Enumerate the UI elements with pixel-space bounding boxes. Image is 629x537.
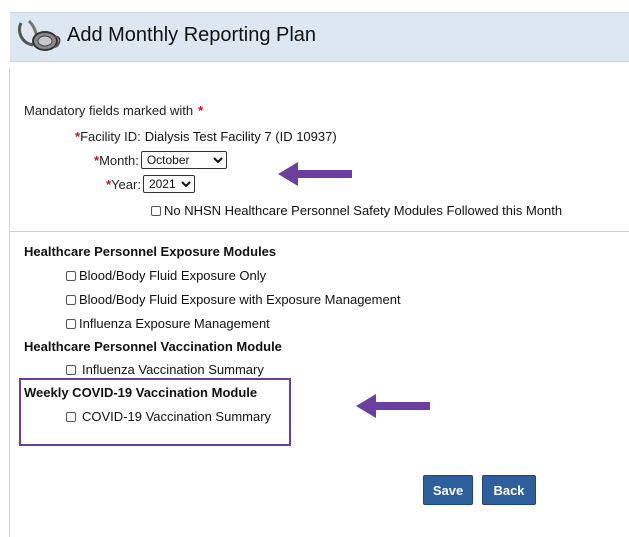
arrow-left-icon [356, 394, 430, 418]
vaccination-checkbox[interactable] [66, 364, 76, 375]
save-button[interactable]: Save [423, 475, 473, 505]
covid-item-label: COVID-19 Vaccination Summary [82, 409, 272, 424]
month-select[interactable]: October [140, 151, 227, 169]
no-nhsn-row: No NHSN Healthcare Personnel Safety Modu… [151, 203, 562, 218]
required-asterisk: * [198, 103, 204, 118]
vaccination-heading: Healthcare Personnel Vaccination Module [24, 339, 282, 354]
arrow-left-icon [278, 162, 352, 186]
facility-label: Facility ID: [80, 129, 141, 144]
exposure-item-label: Influenza Exposure Management [79, 316, 270, 331]
mandatory-note: Mandatory fields marked with [24, 103, 194, 118]
month-label: Month: [99, 152, 139, 168]
page-title: Add Monthly Reporting Plan [67, 24, 317, 46]
exposure-item: Blood/Body Fluid Exposure with Exposure … [66, 292, 401, 307]
exposure-item: Blood/Body Fluid Exposure Only [66, 268, 266, 283]
covid-heading: Weekly COVID-19 Vaccination Module [24, 385, 258, 400]
stethoscope-icon [18, 19, 61, 51]
back-button[interactable]: Back [482, 475, 536, 505]
vaccination-item-label: Influenza Vaccination Summary [82, 362, 264, 377]
divider [10, 231, 629, 232]
covid-item: COVID-19 Vaccination Summary [66, 409, 271, 424]
year-label: Year: [111, 176, 141, 192]
no-nhsn-label: No NHSN Healthcare Personnel Safety Modu… [164, 203, 563, 218]
exposure-item-label: Blood/Body Fluid Exposure Only [79, 268, 267, 283]
vaccination-item: Influenza Vaccination Summary [66, 362, 264, 377]
covid-checkbox[interactable] [66, 411, 76, 422]
year-select[interactable]: 2021 [142, 175, 195, 193]
no-nhsn-checkbox[interactable] [151, 205, 161, 216]
year-row: * Year: 2021 [106, 175, 195, 193]
exposure-checkbox[interactable] [66, 270, 76, 281]
exposure-item-label: Blood/Body Fluid Exposure with Exposure … [79, 292, 401, 307]
facility-value: Dialysis Test Facility 7 (ID 10937) [144, 129, 337, 144]
exposure-checkbox[interactable] [66, 294, 76, 305]
month-row: * Month: October [94, 151, 227, 169]
mandatory-note-row: Mandatory fields marked with * [24, 103, 203, 118]
exposure-checkbox[interactable] [66, 318, 76, 329]
exposure-item: Influenza Exposure Management [66, 316, 270, 331]
exposure-heading: Healthcare Personnel Exposure Modules [24, 244, 277, 259]
page-left-border [9, 68, 10, 537]
page-header: Add Monthly Reporting Plan [10, 12, 629, 62]
facility-row: * Facility ID: Dialysis Test Facility 7 … [75, 129, 337, 144]
